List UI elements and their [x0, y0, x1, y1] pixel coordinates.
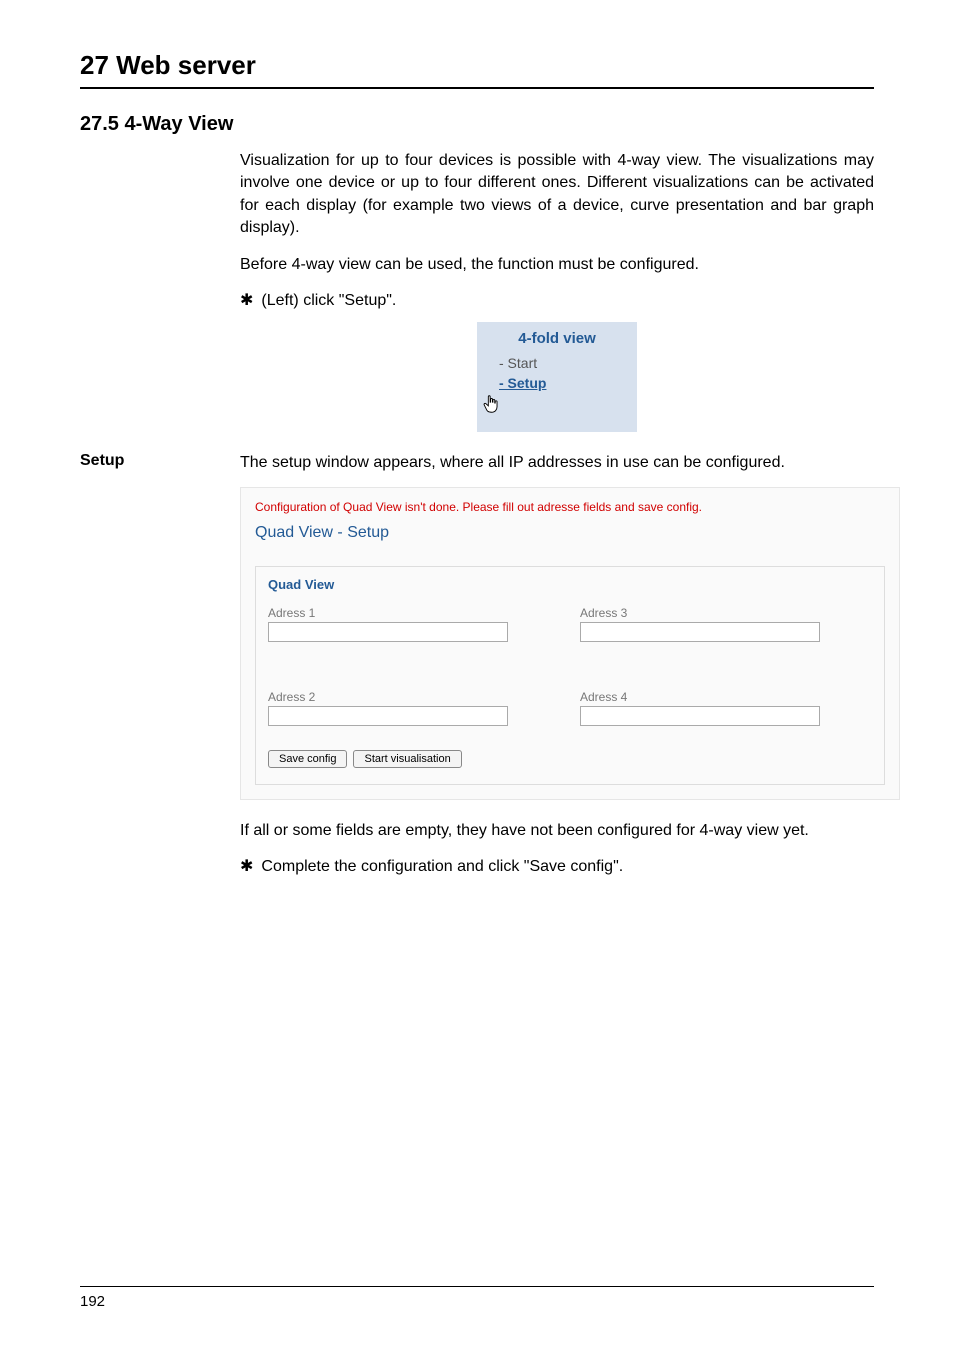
page-footer: 192: [80, 1286, 874, 1310]
save-config-button[interactable]: Save config: [268, 750, 347, 768]
step-save-config-text: Complete the configuration and click "Sa…: [261, 856, 623, 878]
nav-item-setup[interactable]: - Setup: [499, 375, 623, 416]
chapter-rule: [80, 87, 874, 89]
config-warning: Configuration of Quad View isn't done. P…: [255, 500, 885, 514]
asterisk-icon: ✱: [240, 856, 253, 878]
quad-inner-panel: Quad View Adress 1 Adress 2 Adress 3: [255, 566, 885, 785]
page-number: 192: [80, 1293, 874, 1310]
address-3-label: Adress 3: [580, 606, 872, 620]
address-2-label: Adress 2: [268, 690, 560, 704]
setup-side-label: Setup: [80, 452, 240, 470]
address-2-input[interactable]: [268, 706, 508, 726]
address-4-input[interactable]: [580, 706, 820, 726]
quad-panel-title: Quad View - Setup: [255, 524, 885, 542]
nav-box-title: 4-fold view: [491, 330, 623, 347]
address-4-label: Adress 4: [580, 690, 872, 704]
start-visualisation-button[interactable]: Start visualisation: [353, 750, 461, 768]
intro-paragraph: Visualization for up to four devices is …: [240, 150, 874, 240]
post-fields-paragraph: If all or some fields are empty, they ha…: [240, 820, 874, 842]
section-title: 27.5 4-Way View: [80, 113, 874, 136]
nav-item-setup-label: - Setup: [499, 375, 546, 391]
step-click-setup-text: (Left) click "Setup".: [261, 290, 396, 312]
quad-inner-title: Quad View: [268, 577, 872, 592]
chapter-title: 27 Web server: [80, 50, 874, 81]
footer-rule: [80, 1286, 874, 1287]
step-save-config: ✱ Complete the configuration and click "…: [240, 856, 874, 878]
address-1-label: Adress 1: [268, 606, 560, 620]
hand-cursor-icon: [481, 393, 503, 415]
setup-intro-text: The setup window appears, where all IP a…: [240, 452, 785, 474]
asterisk-icon: ✱: [240, 290, 253, 312]
nav-item-start[interactable]: - Start: [499, 355, 623, 371]
address-3-input[interactable]: [580, 622, 820, 642]
quad-view-setup-panel: Configuration of Quad View isn't done. P…: [240, 487, 900, 800]
pre-config-paragraph: Before 4-way view can be used, the funct…: [240, 254, 874, 276]
step-click-setup: ✱ (Left) click "Setup".: [240, 290, 874, 312]
nav-box-figure: 4-fold view - Start - Setup: [477, 322, 637, 432]
address-1-input[interactable]: [268, 622, 508, 642]
